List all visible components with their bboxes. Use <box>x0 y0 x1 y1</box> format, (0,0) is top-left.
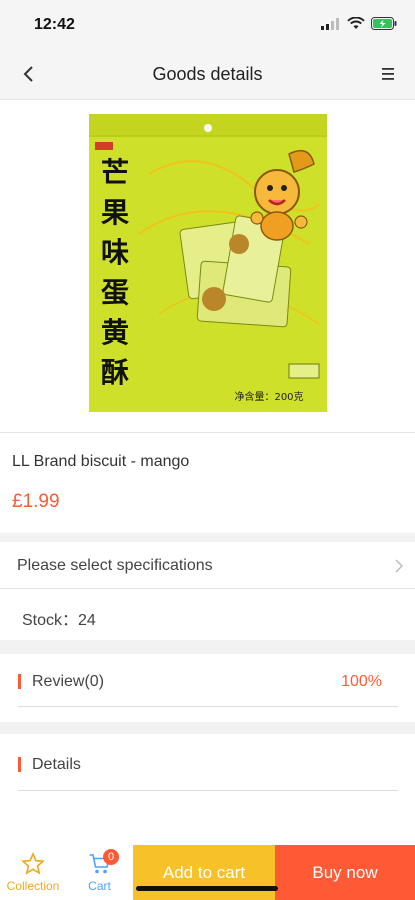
details-label: Details <box>32 756 81 773</box>
specifications-label: Please select specifications <box>17 557 213 574</box>
wifi-icon <box>347 17 365 29</box>
product-name: LL Brand biscuit - mango <box>12 453 190 470</box>
status-icons <box>321 17 397 30</box>
package-name-char: 酥 <box>101 356 129 389</box>
package-name-char: 果 <box>101 196 129 229</box>
details-row[interactable]: Details <box>0 740 415 796</box>
review-rate: 100% <box>341 673 382 690</box>
section-gap <box>0 533 415 542</box>
collection-button[interactable]: Collection <box>0 845 66 900</box>
stock-text: Stock：24 <box>22 612 96 629</box>
review-row[interactable]: Review(0) 100% <box>0 654 415 710</box>
package-name-char: 味 <box>101 236 129 269</box>
product-package-image: 芒 果 味 蛋 黄 酥 净含量：200克 <box>89 114 327 412</box>
product-price: £1.99 <box>12 491 60 512</box>
divider <box>18 706 398 707</box>
section-marker <box>18 674 21 689</box>
collection-label: Collection <box>6 879 60 893</box>
cart-button[interactable]: 0 Cart <box>66 845 133 900</box>
buy-now-button[interactable]: Buy now <box>275 845 415 900</box>
star-icon <box>21 852 45 875</box>
chevron-right-icon <box>395 559 403 573</box>
nav-bar: Goods details <box>0 48 415 100</box>
section-gap <box>0 640 415 654</box>
status-time: 12:42 <box>34 16 75 33</box>
divider <box>0 588 415 589</box>
package-name-char: 黄 <box>101 316 129 349</box>
menu-button[interactable] <box>375 62 401 86</box>
status-bar: 12:42 <box>0 0 415 48</box>
bottom-action-bar: Collection 0 Cart Add to cart Buy now <box>0 845 415 900</box>
package-weight: 净含量：200克 <box>234 390 303 403</box>
review-label: Review(0) <box>32 673 105 690</box>
add-to-cart-button[interactable]: Add to cart <box>133 845 275 900</box>
battery-icon <box>371 17 397 30</box>
signal-icon <box>321 17 339 30</box>
cart-count-badge: 0 <box>103 849 119 865</box>
section-gap <box>0 722 415 734</box>
specifications-row[interactable]: Please select specifications <box>0 542 415 588</box>
package-name-char: 蛋 <box>101 276 129 309</box>
page-title: Goods details <box>152 64 263 84</box>
menu-icon <box>382 68 394 80</box>
package-name-char: 芒 <box>101 156 129 189</box>
divider <box>0 432 415 433</box>
cart-label: Cart <box>88 879 111 893</box>
home-indicator <box>136 886 278 891</box>
product-image[interactable]: 芒 果 味 蛋 黄 酥 净含量：200克 <box>89 114 327 412</box>
section-marker <box>18 757 21 772</box>
divider <box>18 790 398 791</box>
